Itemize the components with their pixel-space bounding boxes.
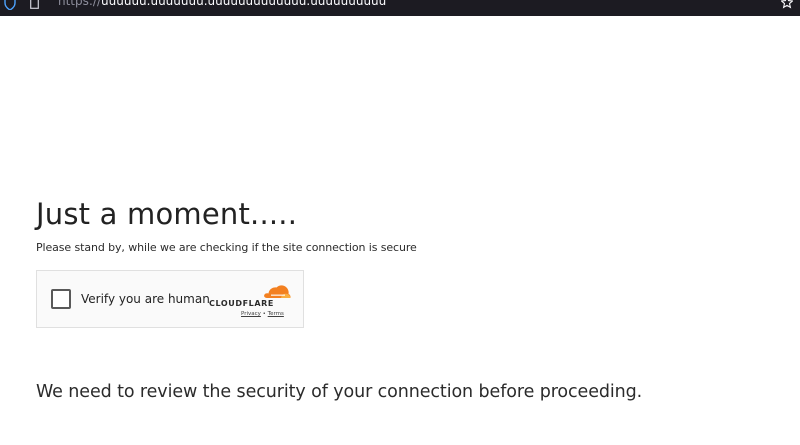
privacy-link[interactable]: Privacy bbox=[241, 311, 261, 317]
security-notice: We need to review the security of your c… bbox=[36, 382, 643, 402]
page-subtitle: Please stand by, while we are checking i… bbox=[36, 241, 417, 254]
terms-link[interactable]: Terms bbox=[268, 311, 284, 317]
cloudflare-links: Privacy • Terms bbox=[241, 311, 284, 317]
verify-label[interactable]: Verify you are human bbox=[81, 292, 210, 306]
browser-toolbar: https://uuuuuu.uuuuuuu.uuuuuuuuuuuuu.uuu… bbox=[0, 0, 800, 16]
page-title: Just a moment..... bbox=[36, 197, 298, 231]
page-icon bbox=[30, 0, 39, 9]
cloudflare-logo: CLOUDFLARE Privacy • Terms bbox=[209, 283, 293, 317]
verify-checkbox[interactable] bbox=[51, 289, 71, 309]
bookmark-icon[interactable] bbox=[781, 0, 793, 10]
shield-icon[interactable] bbox=[4, 0, 16, 10]
address-bar[interactable]: https://uuuuuu.uuuuuuu.uuuuuuuuuuuuu.uuu… bbox=[58, 0, 386, 8]
url-prefix: https:// bbox=[58, 0, 102, 8]
link-separator: • bbox=[262, 311, 266, 317]
cloud-icon bbox=[264, 285, 291, 298]
challenge-content: Just a moment..... bbox=[36, 196, 297, 232]
url-host: uuuuuu.uuuuuuu.uuuuuuuuuuuuu.uuuuuuuuuu bbox=[101, 0, 387, 8]
cloudflare-wordmark: CLOUDFLARE bbox=[209, 299, 274, 308]
turnstile-widget: Verify you are human CLOUDFLARE Privacy … bbox=[36, 270, 304, 328]
